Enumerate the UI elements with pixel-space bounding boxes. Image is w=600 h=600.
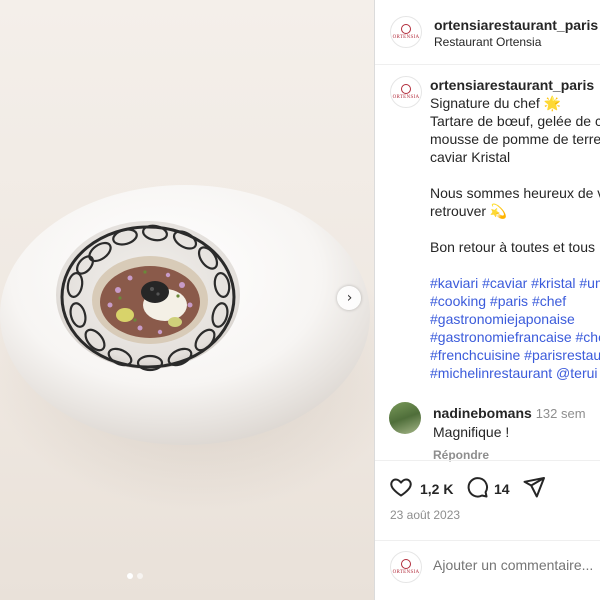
caption-body: Signature du chef 🌟 Tartare de bœuf, gelé… bbox=[430, 94, 600, 382]
commenter-username[interactable]: nadinebomans bbox=[433, 405, 532, 421]
post-photo[interactable]: › bbox=[0, 0, 374, 600]
chevron-right-icon: › bbox=[346, 290, 353, 306]
logo-icon bbox=[401, 84, 411, 94]
hashtag-line[interactable]: #gastronomiefrancaise #chef bbox=[430, 328, 600, 346]
caption-line bbox=[430, 256, 600, 274]
caption-line: retrouver 💫 bbox=[430, 203, 508, 219]
add-comment-bar: ORTENSIA bbox=[375, 540, 600, 600]
comment-text: nadinebomans 132 sem Magnifique ! bbox=[433, 404, 586, 441]
comment-button[interactable] bbox=[465, 475, 489, 504]
comment-body: Magnifique ! bbox=[433, 424, 510, 440]
caption-avatar[interactable]: ORTENSIA bbox=[390, 76, 422, 108]
caption-line: caviar Kristal bbox=[430, 149, 511, 165]
carousel-dots bbox=[127, 573, 143, 579]
profile-avatar[interactable]: ORTENSIA bbox=[390, 16, 422, 48]
instagram-post-modal: › ORTENSIA ortensiarestaurant_paris Rest… bbox=[0, 0, 600, 600]
hashtag-line[interactable]: #kaviari #caviar #kristal #umam bbox=[430, 274, 600, 292]
caption-line: Tartare de bœuf, gelée de cons bbox=[430, 113, 600, 129]
hashtag-line[interactable]: #frenchcuisine #parisrestauran bbox=[430, 346, 600, 364]
share-button[interactable] bbox=[522, 475, 546, 504]
post-header: ORTENSIA ortensiarestaurant_paris Restau… bbox=[375, 0, 600, 65]
post-location[interactable]: Restaurant Ortensia bbox=[434, 35, 541, 49]
comments-count: 14 bbox=[494, 481, 510, 497]
caption-line bbox=[430, 220, 600, 238]
avatar-logo-text: ORTENSIA bbox=[392, 570, 420, 575]
carousel-dot-1 bbox=[127, 573, 133, 579]
caption-line: Signature du chef 🌟 bbox=[430, 95, 562, 111]
caption-line: Nous sommes heureux de vous bbox=[430, 185, 600, 201]
likes-count[interactable]: 1,2 K bbox=[420, 481, 453, 497]
caption-line: Bon retour à toutes et tous bbox=[430, 239, 595, 255]
send-icon bbox=[523, 477, 545, 498]
avatar-logo-text: ORTENSIA bbox=[392, 35, 420, 40]
caption-line: mousse de pomme de terre bbox=[430, 131, 600, 147]
post-date: 23 août 2023 bbox=[390, 508, 461, 522]
carousel-dot-2 bbox=[137, 573, 143, 579]
logo-icon bbox=[401, 24, 411, 34]
carousel-next-button[interactable]: › bbox=[337, 286, 361, 310]
post-details-pane: ORTENSIA ortensiarestaurant_paris Restau… bbox=[375, 0, 600, 600]
comment-icon bbox=[467, 477, 488, 498]
caption-text: ortensiarestaurant_paris Signature du ch… bbox=[430, 76, 600, 382]
caption-line bbox=[430, 166, 600, 184]
caption-username[interactable]: ortensiarestaurant_paris bbox=[430, 76, 600, 94]
comment-age: 132 sem bbox=[535, 406, 586, 421]
comment-input[interactable] bbox=[433, 557, 600, 573]
hashtag-line[interactable]: #michelinrestaurant @terui bbox=[430, 364, 600, 382]
commenter-avatar[interactable] bbox=[389, 402, 421, 434]
hashtag-line[interactable]: #gastronomiejaponaise bbox=[430, 310, 600, 328]
logo-icon bbox=[401, 559, 411, 569]
post-username[interactable]: ortensiarestaurant_paris bbox=[434, 17, 598, 33]
hashtag-line[interactable]: #cooking #paris #chef bbox=[430, 292, 600, 310]
like-button[interactable] bbox=[389, 475, 413, 504]
avatar-logo-text: ORTENSIA bbox=[392, 95, 420, 100]
current-user-avatar: ORTENSIA bbox=[390, 551, 422, 583]
heart-icon bbox=[390, 478, 412, 497]
dish-photo-illustration bbox=[0, 185, 374, 510]
